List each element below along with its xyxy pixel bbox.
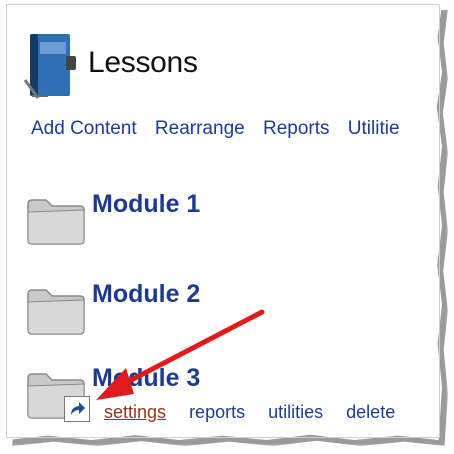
- shortcut-arrow-icon: [64, 396, 90, 422]
- module-item-2: Module 2: [26, 280, 442, 344]
- module-1-link[interactable]: Module 1: [92, 190, 200, 219]
- reports-action-link[interactable]: reports: [189, 402, 245, 422]
- reports-link[interactable]: Reports: [263, 118, 330, 139]
- module-3-actions: settings reports utilities delete: [104, 402, 413, 423]
- page-title: Lessons: [88, 46, 198, 79]
- module-item-1: Module 1: [26, 190, 442, 254]
- folder-icon: [27, 289, 85, 335]
- module-2-link[interactable]: Module 2: [92, 280, 200, 309]
- page-header: Lessons: [22, 32, 442, 102]
- settings-link[interactable]: settings: [104, 402, 166, 422]
- delete-link[interactable]: delete: [346, 402, 395, 422]
- utilities-action-link[interactable]: utilities: [268, 402, 323, 422]
- folder-icon: [27, 199, 85, 245]
- lessons-panel: Lessons Add Content Rearrange Reports Ut…: [4, 2, 442, 440]
- utilities-link[interactable]: Utilitie: [348, 118, 400, 139]
- add-content-link[interactable]: Add Content: [31, 118, 137, 139]
- module-3-link[interactable]: Module 3: [92, 364, 200, 393]
- lessons-book-icon: [23, 34, 76, 99]
- toolbar: Add Content Rearrange Reports Utilitie: [31, 118, 413, 140]
- rearrange-link[interactable]: Rearrange: [155, 118, 245, 139]
